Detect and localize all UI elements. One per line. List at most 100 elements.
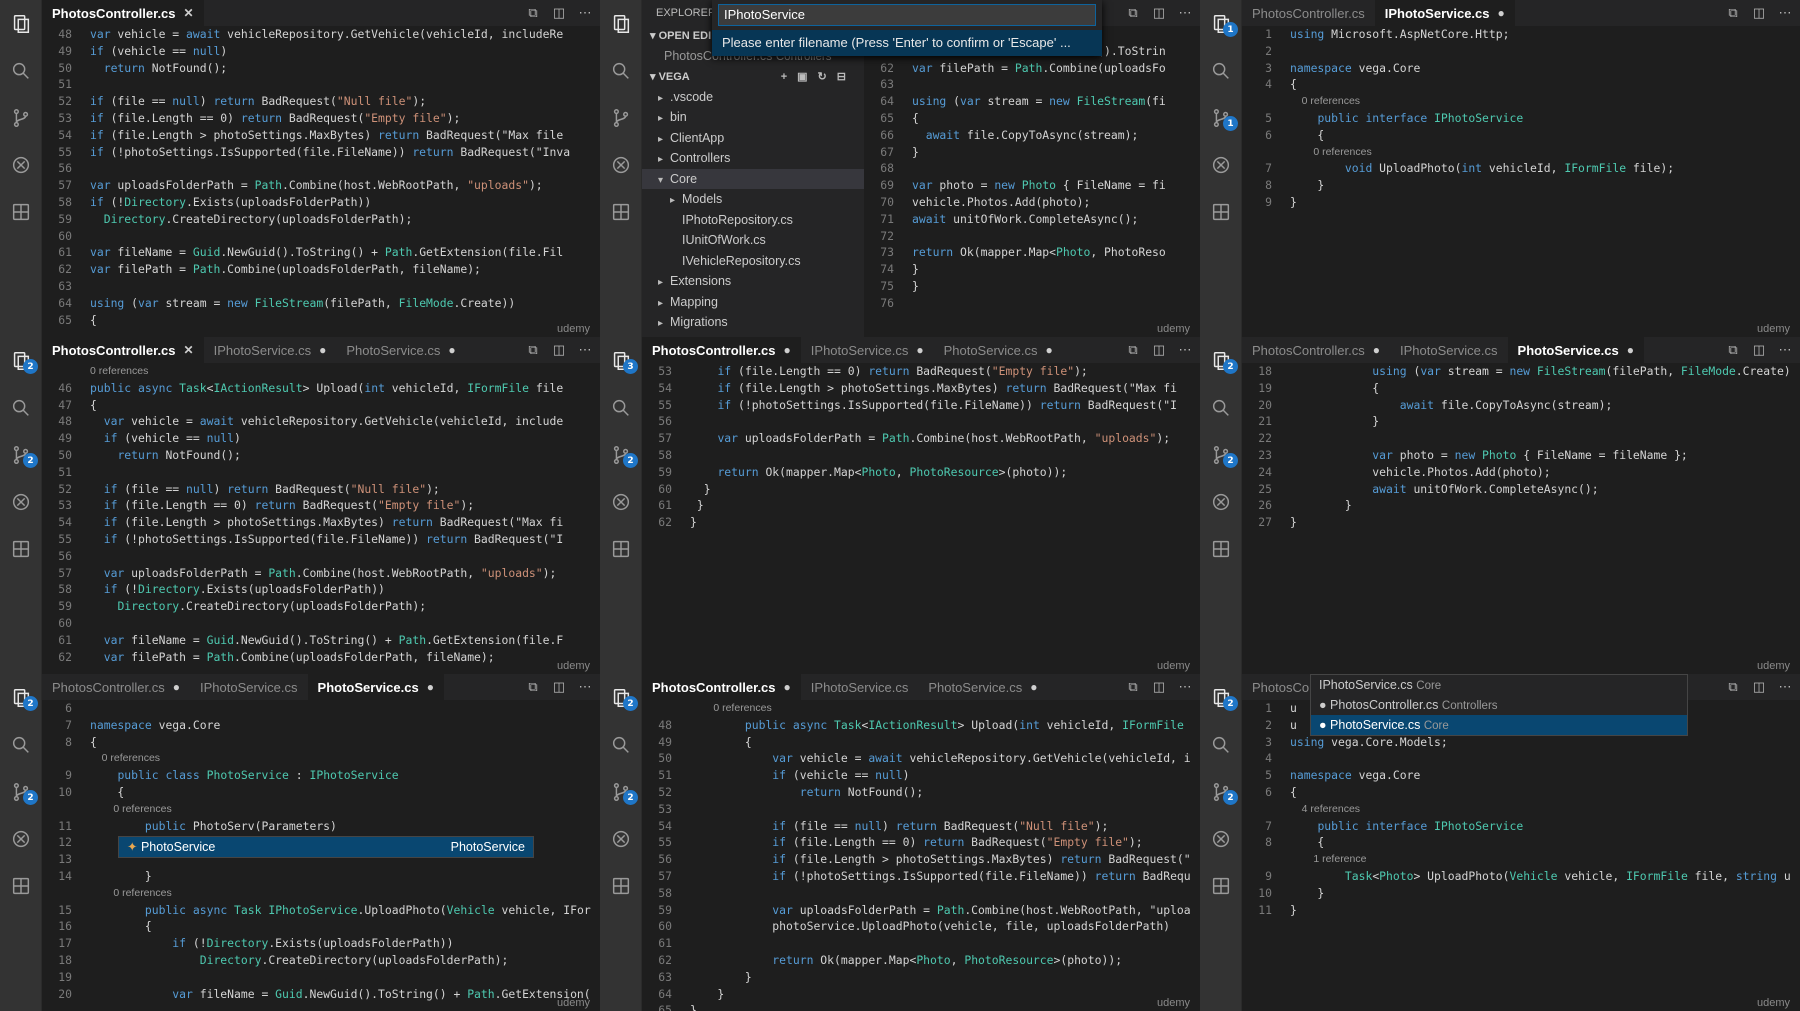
split-editor-icon[interactable]: ◫	[1150, 5, 1168, 21]
split-editor-icon[interactable]: ◫	[1750, 5, 1768, 21]
extensions-icon[interactable]	[1200, 862, 1241, 909]
editor-tab[interactable]: PhotosController.cs ✕	[42, 337, 204, 363]
code-area[interactable]: 53 if (file.Length == 0) return BadReque…	[642, 363, 1200, 674]
open-changes-icon[interactable]: ⧉	[1124, 679, 1142, 695]
project-section[interactable]: ▾ VEGA +▣↻⊟	[642, 67, 864, 87]
editor-tab[interactable]: PhotoService.cs ●	[934, 337, 1063, 363]
unsaved-dot-icon[interactable]: ●	[448, 343, 455, 357]
tree-item[interactable]: ▸ Models	[642, 189, 864, 210]
unsaved-dot-icon[interactable]: ●	[1627, 343, 1634, 357]
extensions-icon[interactable]	[1200, 525, 1241, 572]
explorer-icon[interactable]	[0, 0, 41, 47]
split-editor-icon[interactable]: ◫	[550, 342, 568, 358]
close-tab-icon[interactable]: ✕	[184, 343, 194, 357]
editor-tab[interactable]: PhotoService.cs ●	[918, 674, 1047, 700]
search-icon[interactable]	[1200, 721, 1241, 768]
more-actions-icon[interactable]: ⋯	[576, 342, 594, 358]
tree-item[interactable]: ▸ Migrations	[642, 312, 864, 333]
explorer-icon[interactable]: 2	[1200, 337, 1241, 384]
editor-tab[interactable]: PhotosController.cs ●	[642, 674, 801, 700]
editor-tab[interactable]: PhotosController.cs ●	[642, 337, 801, 363]
split-editor-icon[interactable]: ◫	[1150, 679, 1168, 695]
filename-input[interactable]: IPhotoService	[718, 4, 1096, 26]
close-tab-icon[interactable]: ✕	[184, 6, 194, 20]
extensions-icon[interactable]	[600, 188, 641, 235]
explorer-icon[interactable]: 3	[600, 337, 641, 384]
code-area[interactable]: 1 using Microsoft.AspNetCore.Http; 2 3 names…	[1242, 26, 1800, 337]
more-actions-icon[interactable]: ⋯	[1776, 342, 1794, 358]
open-changes-icon[interactable]: ⧉	[1724, 5, 1742, 21]
debug-icon[interactable]	[600, 478, 641, 525]
editor-tab[interactable]: PhotoService.cs ●	[336, 337, 465, 363]
debug-icon[interactable]	[0, 815, 41, 862]
explorer-icon[interactable]: 1	[1200, 0, 1241, 47]
search-icon[interactable]	[0, 384, 41, 431]
more-actions-icon[interactable]: ⋯	[576, 5, 594, 21]
picker-item[interactable]: ● PhotosController.cs Controllers	[1311, 695, 1687, 715]
explorer-icon[interactable]: 2	[0, 674, 41, 721]
source-control-icon[interactable]: 1	[1200, 94, 1241, 141]
split-editor-icon[interactable]: ◫	[550, 5, 568, 21]
editor-tab[interactable]: PhotosCo	[1242, 674, 1319, 700]
editor-tab[interactable]: IPhotoService.cs	[190, 674, 308, 700]
editor-tab[interactable]: IPhotoService.cs ●	[801, 337, 934, 363]
source-control-icon[interactable]: 2	[0, 768, 41, 815]
split-editor-icon[interactable]: ◫	[1750, 342, 1768, 358]
debug-icon[interactable]	[1200, 478, 1241, 525]
search-icon[interactable]	[600, 721, 641, 768]
source-control-icon[interactable]: 2	[1200, 431, 1241, 478]
unsaved-dot-icon[interactable]: ●	[1373, 343, 1380, 357]
explorer-icon[interactable]: 2	[0, 337, 41, 384]
tree-item[interactable]: IUnitOfWork.cs	[642, 230, 864, 251]
code-area[interactable]: 0 references 48 public async Task<IAction…	[642, 700, 1200, 1011]
extensions-icon[interactable]	[0, 862, 41, 909]
extensions-icon[interactable]	[1200, 188, 1241, 235]
suggest-item[interactable]: ✦ PhotoService PhotoService	[119, 837, 533, 857]
open-changes-icon[interactable]: ⧉	[1724, 679, 1742, 695]
extensions-icon[interactable]	[600, 862, 641, 909]
explorer-icon[interactable]: 2	[1200, 674, 1241, 721]
tree-item[interactable]: IVehicleRepository.cs	[642, 251, 864, 272]
editor-tab[interactable]: IPhotoService.cs ●	[204, 337, 337, 363]
tree-item[interactable]: IPhotoRepository.cs	[642, 210, 864, 231]
code-area[interactable]: 48 var vehicle = await vehicleRepository.…	[42, 26, 600, 337]
unsaved-dot-icon[interactable]: ●	[1030, 680, 1037, 694]
more-actions-icon[interactable]: ⋯	[576, 679, 594, 695]
code-area[interactable]: 1 u 2 u 3 using vega.Core.Models; 4 5 namespace …	[1242, 700, 1800, 1011]
tree-item[interactable]: ▸ ClientApp	[642, 128, 864, 149]
extensions-icon[interactable]	[0, 188, 41, 235]
search-icon[interactable]	[0, 721, 41, 768]
tree-item[interactable]: ▸ Mapping	[642, 292, 864, 313]
editor-tab[interactable]: PhotosController.cs ●	[1242, 337, 1390, 363]
more-actions-icon[interactable]: ⋯	[1176, 5, 1194, 21]
editor-tab[interactable]: PhotoService.cs ●	[1507, 337, 1644, 363]
open-changes-icon[interactable]: ⧉	[524, 5, 542, 21]
source-control-icon[interactable]: 2	[0, 431, 41, 478]
unsaved-dot-icon[interactable]: ●	[427, 680, 434, 694]
unsaved-dot-icon[interactable]: ●	[784, 343, 791, 357]
debug-icon[interactable]	[0, 478, 41, 525]
tree-item[interactable]: ▸ Extensions	[642, 271, 864, 292]
unsaved-dot-icon[interactable]: ●	[319, 343, 326, 357]
explorer-icon[interactable]: 2	[600, 674, 641, 721]
tree-item[interactable]: ▸ .vscode	[642, 87, 864, 108]
open-changes-icon[interactable]: ⧉	[1124, 342, 1142, 358]
extensions-icon[interactable]	[0, 525, 41, 572]
more-actions-icon[interactable]: ⋯	[1776, 5, 1794, 21]
unsaved-dot-icon[interactable]: ●	[916, 343, 923, 357]
editor-tab[interactable]: PhotoService.cs ●	[307, 674, 444, 700]
open-changes-icon[interactable]: ⧉	[1124, 5, 1142, 21]
search-icon[interactable]	[1200, 47, 1241, 94]
search-icon[interactable]	[0, 47, 41, 94]
editor-tab[interactable]: IPhotoService.cs	[1390, 337, 1508, 363]
picker-item[interactable]: IPhotoService.cs Core	[1311, 675, 1687, 695]
editor-tab[interactable]: PhotosController.cs	[1242, 0, 1375, 26]
editor-tab[interactable]: IPhotoService.cs	[801, 674, 919, 700]
editor-tab[interactable]: IPhotoService.cs ●	[1374, 0, 1515, 26]
unsaved-dot-icon[interactable]: ●	[1498, 6, 1505, 20]
unsaved-dot-icon[interactable]: ●	[173, 680, 180, 694]
code-area[interactable]: 18 using (var stream = new FileStream(fi…	[1242, 363, 1800, 674]
source-control-icon[interactable]	[600, 94, 641, 141]
editor-tab[interactable]: PhotosController.cs ●	[42, 674, 190, 700]
picker-item[interactable]: ● PhotoService.cs Core	[1311, 715, 1687, 735]
